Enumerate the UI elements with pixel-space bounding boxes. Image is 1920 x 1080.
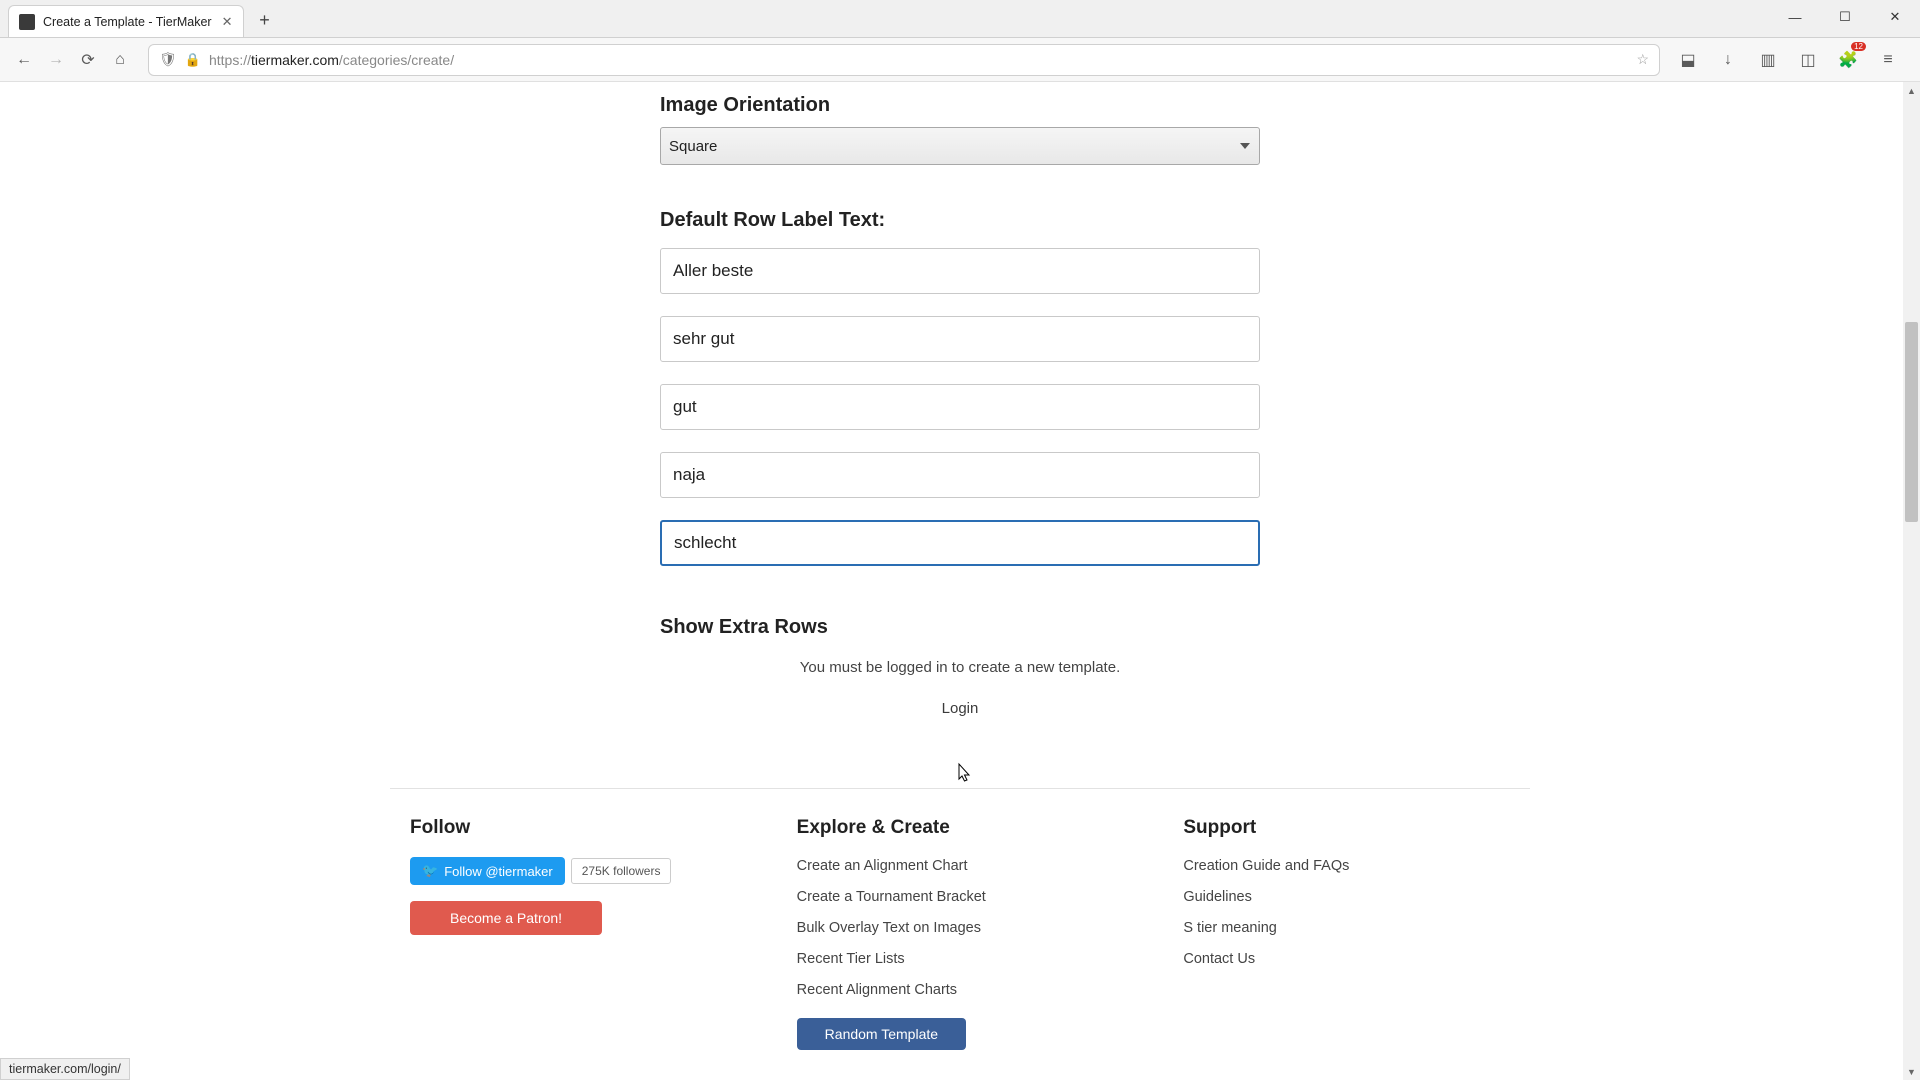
follow-heading: Follow	[410, 817, 737, 839]
twitter-follow: 🐦 Follow @tiermaker 275K followers	[410, 857, 671, 885]
tab-title: Create a Template - TierMaker	[43, 15, 212, 29]
support-links: Creation Guide and FAQs Guidelines S tie…	[1183, 857, 1510, 968]
twitter-follow-label: Follow @tiermaker	[444, 864, 553, 879]
login-link[interactable]: Login	[660, 700, 1260, 717]
close-tab-icon[interactable]: ✕	[222, 14, 233, 30]
patron-button[interactable]: Become a Patron!	[410, 901, 602, 935]
new-tab-button[interactable]: +	[254, 9, 276, 31]
library-icon[interactable]: ▥	[1752, 44, 1784, 76]
url-bar[interactable]: 🛡 🔒 https://tiermaker.com/categories/cre…	[148, 44, 1660, 76]
back-button[interactable]: ←	[8, 44, 40, 76]
downloads-icon[interactable]: ↓	[1712, 44, 1744, 76]
menu-icon[interactable]: ≡	[1872, 44, 1904, 76]
bookmark-icon[interactable]: ☆	[1636, 51, 1649, 68]
support-link-guide[interactable]: Creation Guide and FAQs	[1183, 858, 1349, 874]
row-label-input-3[interactable]	[660, 384, 1260, 430]
url-path: /categories/create/	[339, 52, 454, 68]
window-controls: — ☐ ✕	[1770, 0, 1920, 34]
explore-link-recent-tier[interactable]: Recent Tier Lists	[797, 951, 905, 967]
forward-button[interactable]: →	[40, 44, 72, 76]
browser-title-bar: Create a Template - TierMaker ✕ + — ☐ ✕	[0, 0, 1920, 38]
browser-tab[interactable]: Create a Template - TierMaker ✕	[8, 5, 244, 37]
explore-link-overlay[interactable]: Bulk Overlay Text on Images	[797, 920, 981, 936]
footer: Follow 🐦 Follow @tiermaker 275K follower…	[390, 817, 1530, 1050]
support-link-guidelines[interactable]: Guidelines	[1183, 889, 1252, 905]
url-scheme: https://	[209, 52, 251, 68]
extra-rows-heading: Show Extra Rows	[660, 616, 1620, 639]
favicon-icon	[19, 14, 35, 30]
main-content: Image Orientation Square Default Row Lab…	[660, 94, 1620, 733]
footer-divider	[390, 788, 1530, 789]
explore-link-recent-alignment[interactable]: Recent Alignment Charts	[797, 982, 957, 998]
lock-icon: 🔒	[185, 52, 201, 68]
login-required-message: You must be logged in to create a new te…	[660, 659, 1260, 676]
reload-button[interactable]: ⟳	[72, 44, 104, 76]
extension-badge-icon[interactable]: 🧩12	[1832, 44, 1864, 76]
status-bar: tiermaker.com/login/	[0, 1058, 130, 1080]
footer-follow-column: Follow 🐦 Follow @tiermaker 275K follower…	[410, 817, 737, 1050]
minimize-button[interactable]: —	[1770, 0, 1820, 34]
row-label-input-2[interactable]	[660, 316, 1260, 362]
image-orientation-label: Image Orientation	[660, 94, 1620, 117]
sidebar-icon[interactable]: ◫	[1792, 44, 1824, 76]
vertical-scrollbar[interactable]: ▲ ▼	[1903, 82, 1920, 1080]
row-labels-heading: Default Row Label Text:	[660, 209, 1260, 232]
row-label-input-1[interactable]	[660, 248, 1260, 294]
image-orientation-select-wrap: Square	[660, 127, 1260, 165]
row-labels-section: Default Row Label Text:	[660, 209, 1260, 588]
twitter-follow-button[interactable]: 🐦 Follow @tiermaker	[410, 857, 565, 885]
page-viewport: Image Orientation Square Default Row Lab…	[0, 82, 1920, 1080]
url-host: tiermaker.com	[251, 52, 339, 68]
support-link-contact[interactable]: Contact Us	[1183, 951, 1255, 967]
explore-heading: Explore & Create	[797, 817, 1124, 839]
row-label-input-5[interactable]	[660, 520, 1260, 566]
close-window-button[interactable]: ✕	[1870, 0, 1920, 34]
row-label-input-4[interactable]	[660, 452, 1260, 498]
shield-icon: 🛡	[159, 51, 177, 68]
extra-rows-section: Show Extra Rows	[660, 616, 1620, 639]
explore-link-tournament[interactable]: Create a Tournament Bracket	[797, 889, 986, 905]
scroll-up-icon[interactable]: ▲	[1903, 82, 1920, 99]
scroll-thumb[interactable]	[1905, 322, 1918, 522]
scroll-down-icon[interactable]: ▼	[1903, 1063, 1920, 1080]
random-template-button[interactable]: Random Template	[797, 1018, 966, 1050]
support-link-stier[interactable]: S tier meaning	[1183, 920, 1277, 936]
browser-nav-bar: ← → ⟳ ⌂ 🛡 🔒 https://tiermaker.com/catego…	[0, 38, 1920, 82]
image-orientation-select[interactable]: Square	[660, 127, 1260, 165]
support-heading: Support	[1183, 817, 1510, 839]
maximize-button[interactable]: ☐	[1820, 0, 1870, 34]
pocket-icon[interactable]: ⬓	[1672, 44, 1704, 76]
home-button[interactable]: ⌂	[104, 44, 136, 76]
footer-support-column: Support Creation Guide and FAQs Guidelin…	[1183, 817, 1510, 1050]
footer-explore-column: Explore & Create Create an Alignment Cha…	[797, 817, 1124, 1050]
twitter-icon: 🐦	[422, 863, 438, 879]
explore-link-alignment[interactable]: Create an Alignment Chart	[797, 858, 968, 874]
explore-links: Create an Alignment Chart Create a Tourn…	[797, 857, 1124, 999]
twitter-follower-count: 275K followers	[571, 858, 672, 884]
